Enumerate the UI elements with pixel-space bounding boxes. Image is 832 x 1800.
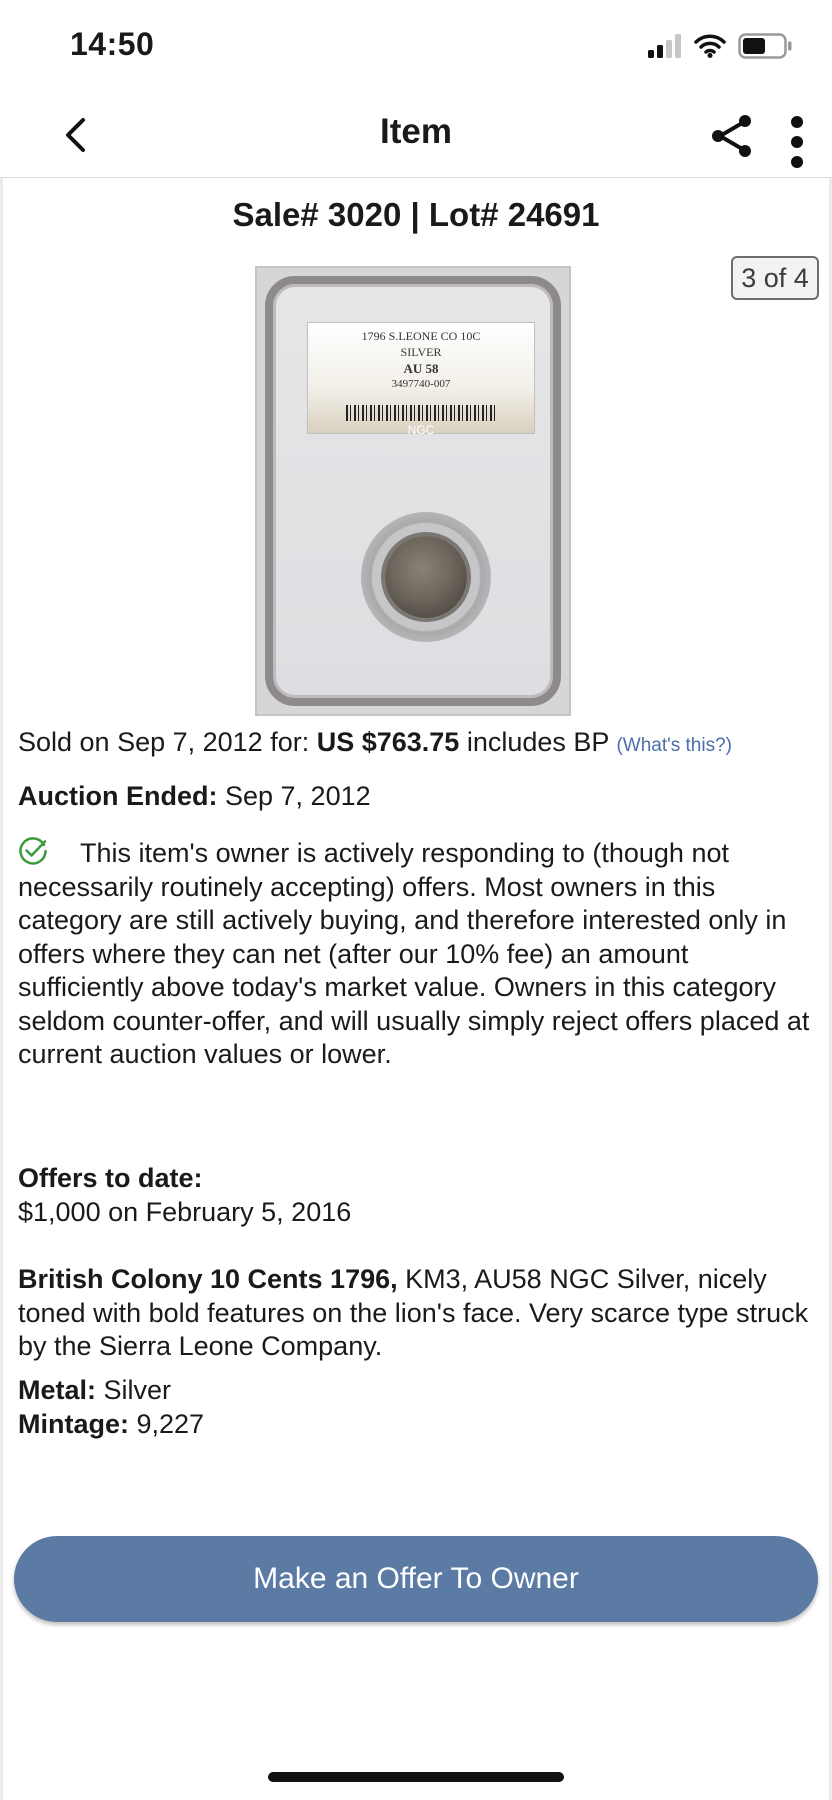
battery-icon [738,33,792,59]
whats-this-link[interactable]: (What's this?) [616,735,732,756]
slab-label-line2: SILVER [400,345,442,359]
share-button[interactable] [708,112,756,160]
offers-value: $1,000 on February 5, 2016 [18,1196,352,1227]
slab-label-line1: 1796 S.LEONE CO 10C [361,329,481,343]
metal-row: Metal: Silver [18,1374,818,1408]
ngc-logo: NGC [407,423,435,437]
mintage-value: 9,227 [129,1408,205,1439]
home-indicator[interactable] [268,1772,564,1782]
more-options-button[interactable] [780,114,814,170]
nav-bar: Item [0,92,832,178]
mintage-row: Mintage: 9,227 [18,1408,818,1442]
image-counter-badge: 3 of 4 [731,256,819,300]
status-time: 14:50 [70,26,155,62]
check-circle-icon [19,837,47,865]
coin-image[interactable]: 1796 S.LEONE CO 10C SILVER AU 58 3497740… [255,266,571,716]
coin [361,512,491,642]
description-title: British Colony 10 Cents 1796, [18,1264,398,1294]
sold-price-line: Sold on Sep 7, 2012 for: US $763.75 incl… [18,726,818,763]
more-vertical-icon [791,116,803,168]
coin-face [385,536,467,618]
wifi-icon [694,34,726,58]
item-description: British Colony 10 Cents 1796, KM3, AU58 … [18,1263,818,1364]
metal-value: Silver [96,1375,172,1405]
auction-ended-line: Auction Ended: Sep 7, 2012 [18,780,818,814]
item-specs: Metal: Silver Mintage: 9,227 [18,1374,818,1441]
slab-label-grade: AU 58 [403,361,439,376]
mintage-label: Mintage: [18,1408,129,1439]
metal-label: Metal: [18,1375,97,1405]
offers-label: Offers to date: [18,1163,203,1193]
offers-section: Offers to date: $1,000 on February 5, 20… [18,1162,818,1229]
auction-ended-value: Sep 7, 2012 [217,781,371,811]
make-offer-button[interactable]: Make an Offer To Owner [14,1536,818,1622]
status-icons [648,30,792,62]
slab-label-cert: 3497740-007 [391,378,451,390]
auction-ended-label: Auction Ended: [18,781,218,811]
owner-notice: This item's owner is actively responding… [18,836,818,1072]
share-icon [712,115,751,157]
status-bar: 14:50 [0,0,832,92]
cellular-signal-icon [648,34,681,58]
barcode [346,405,498,421]
coin-slab: 1796 S.LEONE CO 10C SILVER AU 58 3497740… [265,276,561,706]
slab-label: 1796 S.LEONE CO 10C SILVER AU 58 3497740… [307,322,535,437]
sale-lot-title: Sale# 3020 | Lot# 24691 [232,196,600,233]
sold-suffix: includes BP [459,727,617,757]
sold-price: US $763.75 [316,727,460,757]
sold-prefix: Sold on Sep 7, 2012 for: [18,727,317,757]
owner-notice-text: This item's owner is actively responding… [18,838,810,1069]
